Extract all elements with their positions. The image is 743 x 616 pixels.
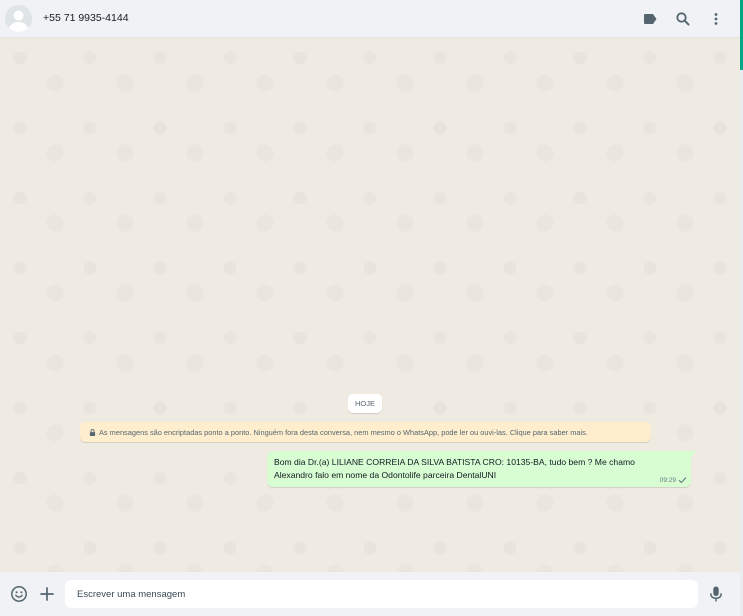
chat-conversation-panel[interactable] <box>0 38 740 572</box>
outgoing-message[interactable]: Bom dia Dr.(a) LILIANE CORREIA DA SILVA … <box>267 451 697 487</box>
message-time: 09:29 <box>659 476 676 484</box>
message-meta: 09:29 <box>660 476 687 484</box>
lock-icon <box>89 428 96 436</box>
microphone-icon[interactable] <box>707 585 725 603</box>
date-chip: HOJE <box>348 394 382 413</box>
encryption-notice-text: As mensagens são encriptadas ponto a pon… <box>99 427 588 437</box>
label-icon[interactable] <box>642 11 658 27</box>
chat-header: +55 71 9935-4144 <box>0 0 740 38</box>
search-icon[interactable] <box>675 11 691 27</box>
contact-name[interactable]: +55 71 9935-4144 <box>43 12 129 24</box>
compose-bar <box>0 572 740 616</box>
message-input[interactable] <box>65 580 698 608</box>
default-user-icon <box>5 5 32 32</box>
attach-plus-icon[interactable] <box>38 585 56 603</box>
encryption-notice[interactable]: As mensagens são encriptadas ponto a pon… <box>80 422 651 442</box>
message-text: Bom dia Dr.(a) LILIANE CORREIA DA SILVA … <box>274 457 635 480</box>
message-tail <box>690 451 697 458</box>
contact-avatar[interactable] <box>5 5 32 32</box>
emoji-icon[interactable] <box>10 585 28 603</box>
single-check-icon <box>678 476 687 484</box>
menu-icon[interactable] <box>708 11 724 27</box>
